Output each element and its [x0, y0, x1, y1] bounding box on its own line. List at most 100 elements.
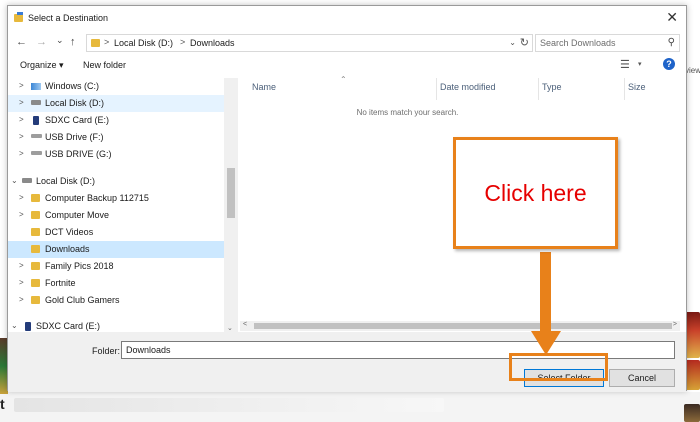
chevron-right-icon[interactable]: >	[19, 149, 24, 158]
tree-item-label: Local Disk (D:)	[45, 98, 105, 108]
tree-item-label: USB DRIVE (G:)	[45, 149, 112, 159]
sd-card-icon	[25, 322, 31, 331]
chevron-down-icon[interactable]: ⌄	[11, 321, 18, 330]
column-divider[interactable]	[538, 78, 539, 100]
breadcrumb-local-disk[interactable]: Local Disk (D:)	[114, 38, 173, 48]
drive-icon	[22, 178, 32, 183]
tree-item-usb-drive-g[interactable]: > USB DRIVE (G:)	[8, 146, 224, 163]
sort-ascending-icon: ⌃	[340, 75, 347, 84]
folder-icon	[31, 262, 40, 270]
refresh-icon[interactable]: ↻	[520, 36, 529, 49]
chevron-down-icon[interactable]: ⌄	[509, 38, 516, 47]
column-header-name[interactable]: Name	[252, 82, 276, 92]
tree-item-label: USB Drive (F:)	[45, 132, 104, 142]
horizontal-scrollbar[interactable]: < >	[240, 321, 680, 331]
tree-item-fortnite[interactable]: > Fortnite	[8, 275, 224, 292]
tree-item-label: Computer Move	[45, 210, 110, 220]
chevron-right-icon[interactable]: >	[19, 193, 24, 202]
scrollbar-thumb[interactable]	[227, 168, 235, 218]
tree-item-local-disk-d[interactable]: > Local Disk (D:)	[8, 95, 224, 112]
windows-drive-icon	[31, 83, 41, 90]
chevron-down-icon[interactable]: ⌄	[11, 176, 18, 185]
chevron-right-icon[interactable]: >	[19, 98, 24, 107]
help-icon[interactable]: ?	[663, 58, 675, 70]
breadcrumb-separator: >	[180, 37, 186, 47]
folder-icon	[31, 279, 40, 287]
folder-icon	[31, 245, 40, 253]
navigation-pane: > Windows (C:) > Local Disk (D:) > SDXC …	[8, 78, 238, 332]
tree-item-sdxc-card-e[interactable]: > SDXC Card (E:)	[8, 112, 224, 129]
tree-item-family-pics[interactable]: > Family Pics 2018	[8, 258, 224, 275]
tree-item-label: Fortnite	[45, 278, 76, 288]
folder-icon	[91, 39, 100, 47]
tree-item-usb-drive-f[interactable]: > USB Drive (F:)	[8, 129, 224, 146]
tree-item-computer-backup[interactable]: > Computer Backup 112715	[8, 190, 224, 207]
address-bar[interactable]: > Local Disk (D:) > Downloads ⌄ ↻	[86, 34, 533, 52]
chevron-right-icon[interactable]: >	[19, 261, 24, 270]
dialog-title: Select a Destination	[28, 13, 109, 23]
tree-item-local-disk-d-expanded[interactable]: ⌄ Local Disk (D:)	[8, 173, 224, 190]
background-blurred-text	[14, 398, 444, 412]
address-row: ← → ⌄ ↑ > Local Disk (D:) > Downloads ⌄ …	[8, 32, 686, 54]
background-side-text: view	[685, 66, 700, 75]
organize-button[interactable]: Organize ▾	[20, 60, 64, 71]
search-icon: ⚲	[667, 37, 675, 48]
back-button[interactable]: ←	[16, 36, 27, 48]
tree-item-label: Computer Backup 112715	[45, 193, 149, 203]
tree-item-computer-move[interactable]: > Computer Move	[8, 207, 224, 224]
folder-icon	[31, 211, 40, 219]
drive-icon	[31, 100, 41, 105]
tree-item-gold-club-gamers[interactable]: > Gold Club Gamers	[8, 292, 224, 309]
tree-item-label: Windows (C:)	[45, 81, 100, 91]
new-folder-button[interactable]: New folder	[83, 60, 126, 70]
recent-locations-button[interactable]: ⌄	[56, 35, 64, 46]
search-input[interactable]: Search Downloads ⚲	[535, 34, 680, 52]
scroll-right-icon[interactable]: >	[673, 321, 677, 328]
chevron-right-icon[interactable]: >	[19, 115, 24, 124]
forward-button[interactable]: →	[36, 36, 47, 48]
usb-drive-icon	[31, 134, 42, 138]
callout-text: Click here	[484, 180, 587, 206]
column-divider[interactable]	[624, 78, 625, 100]
scrollbar-thumb[interactable]	[254, 323, 672, 329]
empty-message: No items match your search.	[356, 108, 459, 117]
tree-item-label: Local Disk (D:)	[36, 176, 96, 186]
folder-label: Folder:	[92, 346, 121, 356]
title-bar: Select a Destination ✕	[8, 6, 686, 30]
tree-item-sdxc-card-e-expanded[interactable]: ⌄ SDXC Card (E:)	[8, 318, 224, 332]
folder-icon	[31, 296, 40, 304]
tree-item-dct-videos[interactable]: DCT Videos	[8, 224, 224, 241]
folder-icon	[31, 228, 40, 236]
navigation-scrollbar[interactable]: ⌄	[224, 78, 238, 332]
column-header-size[interactable]: Size	[628, 82, 646, 92]
breadcrumb-downloads[interactable]: Downloads	[190, 38, 235, 48]
breadcrumb-separator: >	[104, 37, 110, 47]
chevron-right-icon[interactable]: >	[19, 295, 24, 304]
arrow-down-icon	[531, 331, 561, 355]
chevron-right-icon[interactable]: >	[19, 278, 24, 287]
column-header-type[interactable]: Type	[542, 82, 562, 92]
tree-item-downloads[interactable]: Downloads	[8, 241, 224, 258]
tree-item-label: Family Pics 2018	[45, 261, 114, 271]
tree-item-label: SDXC Card (E:)	[36, 321, 101, 331]
chevron-down-icon[interactable]: ▾	[638, 60, 642, 68]
up-button[interactable]: ↑	[70, 36, 76, 48]
background-text: t	[0, 396, 5, 412]
scroll-down-icon[interactable]: ⌄	[227, 324, 233, 332]
folder-icon	[31, 194, 40, 202]
search-placeholder: Search Downloads	[540, 38, 616, 48]
callout-box: Click here	[453, 137, 618, 249]
chevron-right-icon[interactable]: >	[19, 210, 24, 219]
view-options-icon[interactable]: ☰	[620, 58, 630, 71]
scroll-left-icon[interactable]: <	[243, 321, 247, 328]
close-button[interactable]: ✕	[666, 9, 678, 26]
select-folder-highlight	[509, 353, 608, 381]
chevron-right-icon[interactable]: >	[19, 132, 24, 141]
tree-item-windows-c[interactable]: > Windows (C:)	[8, 78, 224, 95]
cancel-button[interactable]: Cancel	[609, 369, 675, 387]
column-header-date-modified[interactable]: Date modified	[440, 82, 496, 92]
chevron-right-icon[interactable]: >	[19, 81, 24, 90]
pointer-arrow-shaft	[540, 252, 551, 334]
folder-app-icon	[14, 12, 23, 22]
column-divider[interactable]	[436, 78, 437, 100]
